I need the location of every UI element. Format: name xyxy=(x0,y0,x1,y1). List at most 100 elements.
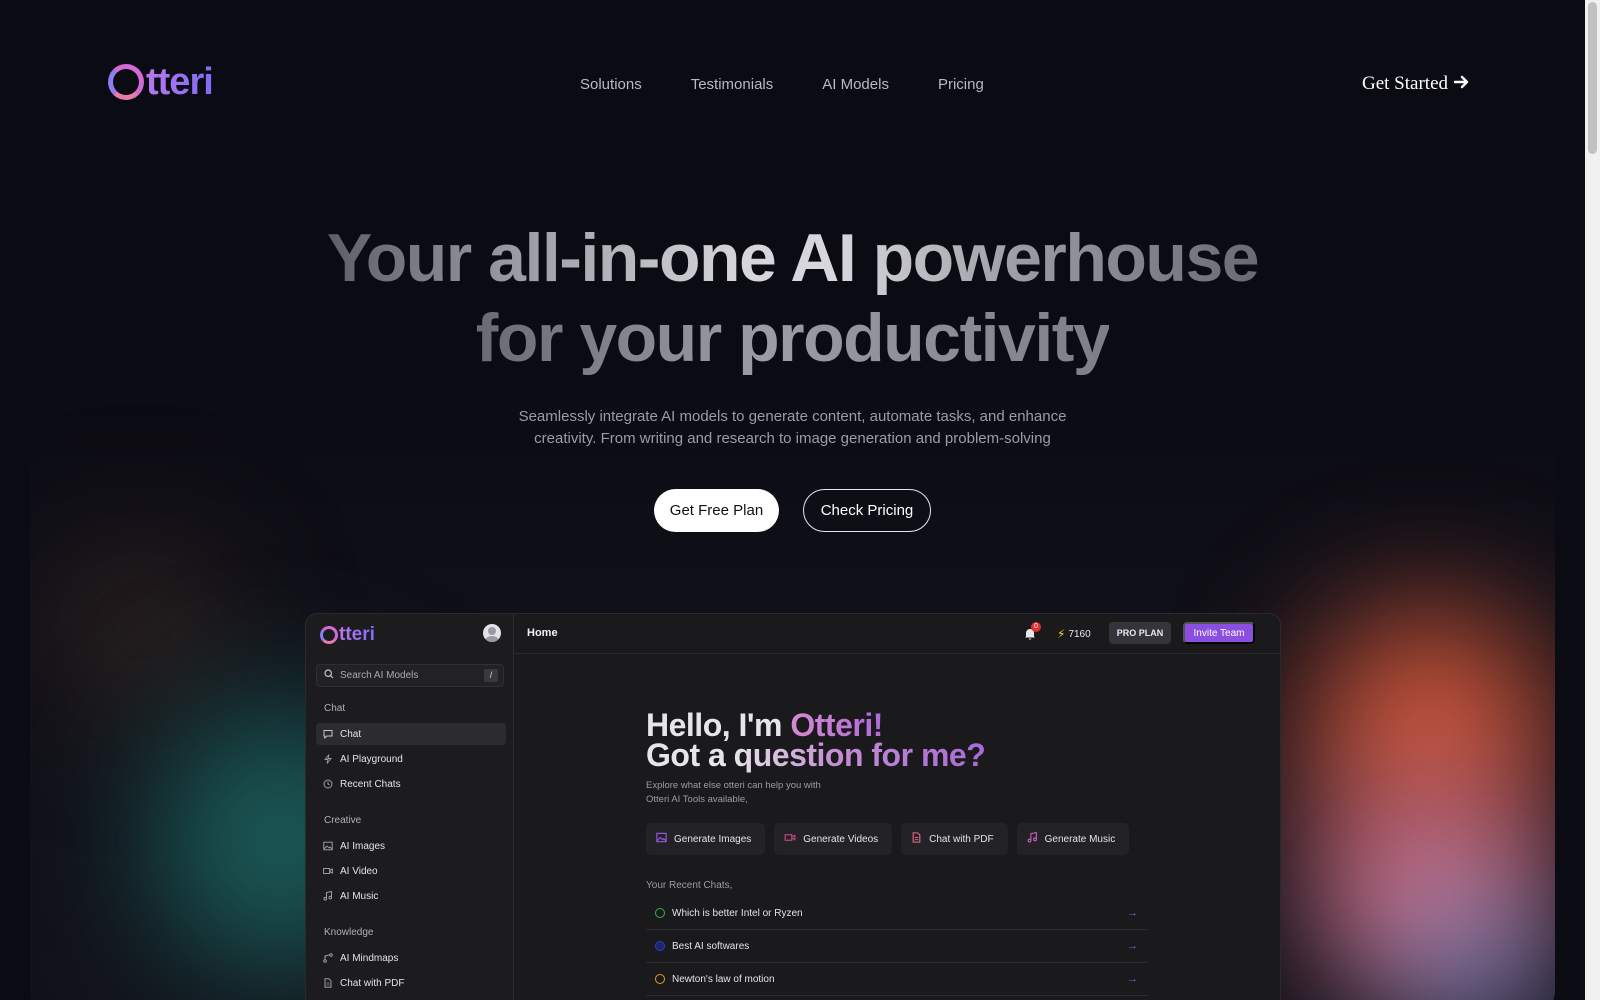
section-title-knowledge: Knowledge xyxy=(324,927,374,938)
nav-link-testimonials[interactable]: Testimonials xyxy=(691,76,774,93)
tool-label: Generate Music xyxy=(1044,833,1116,845)
app-logo-text: tteri xyxy=(339,624,375,645)
arrow-right-icon: → xyxy=(1127,907,1138,919)
sidebar-item-label: Recent Chats xyxy=(340,778,401,790)
nav-link-ai-models[interactable]: AI Models xyxy=(822,76,889,93)
credits-counter: ⚡ 7160 xyxy=(1057,627,1091,641)
greeting-accent-2: question for me? xyxy=(733,737,986,773)
get-started-label: Get Started xyxy=(1362,73,1449,94)
brand-logo[interactable]: tteri xyxy=(108,61,214,103)
search-shortcut-key: / xyxy=(484,669,498,682)
mindmap-icon xyxy=(323,953,333,963)
recent-chat-title: Best AI softwares xyxy=(672,940,750,952)
scrollbar-thumb[interactable] xyxy=(1588,2,1597,154)
status-dot-icon xyxy=(655,941,665,951)
arrow-right-icon xyxy=(1453,73,1470,95)
search-input[interactable] xyxy=(340,670,470,681)
recent-chat-item[interactable]: Best AI softwares → xyxy=(646,930,1148,963)
clock-icon xyxy=(655,908,665,918)
sidebar-item-label: Chat xyxy=(340,728,362,740)
app-sidebar: tteri / Chat Chat AI Playground xyxy=(306,614,514,1000)
hero-title: Your all-in-one AI powerhouse for your p… xyxy=(0,218,1585,378)
nav-link-pricing[interactable]: Pricing xyxy=(938,76,984,93)
clock-icon xyxy=(323,779,333,789)
sparkle-icon xyxy=(323,754,333,764)
sidebar-item-label: AI Playground xyxy=(340,753,403,765)
invite-team-button[interactable]: Invite Team xyxy=(1183,622,1255,644)
recent-chats-label: Your Recent Chats, xyxy=(646,880,733,891)
explore-line-1: Explore what else otteri can help you wi… xyxy=(646,780,821,791)
recent-chat-title: Which is better Intel or Ryzen xyxy=(672,907,803,919)
page-scrollbar[interactable] xyxy=(1585,0,1600,1000)
image-icon xyxy=(656,832,667,846)
generate-images-button[interactable]: Generate Images xyxy=(646,823,766,855)
recent-chat-item[interactable]: Which is better Intel or Ryzen → xyxy=(646,897,1148,930)
sidebar-item-label: Chat with PDF xyxy=(340,977,405,989)
music-icon xyxy=(1027,831,1038,846)
video-icon xyxy=(784,832,796,846)
sidebar-item-label: AI Mindmaps xyxy=(340,952,399,964)
document-icon xyxy=(911,832,922,846)
get-free-plan-button[interactable]: Get Free Plan xyxy=(654,489,779,532)
breadcrumb[interactable]: Home xyxy=(527,627,558,639)
sidebar-item-chat[interactable]: Chat xyxy=(316,723,506,745)
section-title-chat: Chat xyxy=(324,703,346,714)
credits-value: 7160 xyxy=(1068,628,1091,640)
message-icon xyxy=(323,729,333,739)
sidebar-item-label: AI Music xyxy=(340,890,379,902)
get-started-link[interactable]: Get Started xyxy=(1362,73,1470,95)
generate-music-button[interactable]: Generate Music xyxy=(1016,823,1130,855)
sidebar-item-ai-mindmaps[interactable]: AI Mindmaps xyxy=(316,947,506,969)
sidebar-item-recent-chats[interactable]: Recent Chats xyxy=(316,773,506,795)
sidebar-item-ai-video[interactable]: AI Video xyxy=(316,860,506,882)
sidebar-item-label: AI Images xyxy=(340,840,386,852)
tool-label: Chat with PDF xyxy=(929,833,994,845)
hero-subtitle: Seamlessly integrate AI models to genera… xyxy=(0,406,1585,450)
hero-subtitle-line-2: creativity. From writing and research to… xyxy=(534,430,1051,447)
explore-text: Explore what else otteri can help you wi… xyxy=(646,779,821,807)
plan-badge[interactable]: PRO PLAN xyxy=(1109,622,1171,644)
clock-icon xyxy=(655,974,665,984)
sidebar-item-ai-images[interactable]: AI Images xyxy=(316,835,506,857)
arrow-right-icon: → xyxy=(1127,940,1138,952)
app-logo[interactable]: tteri xyxy=(320,624,375,645)
main-nav: Solutions Testimonials AI Models Pricing xyxy=(580,76,984,93)
tool-label: Generate Images xyxy=(674,833,752,845)
hero-title-line-1: Your all-in-one AI powerhouse xyxy=(326,220,1260,296)
check-pricing-button[interactable]: Check Pricing xyxy=(803,489,931,532)
landing-page: tteri Solutions Testimonials AI Models P… xyxy=(0,0,1585,1000)
image-icon xyxy=(323,841,333,851)
recent-chat-item[interactable]: Newton's law of motion → xyxy=(646,963,1148,996)
video-icon xyxy=(323,866,333,876)
tool-label: Generate Videos xyxy=(803,833,879,845)
hero-title-line-2: for your productivity xyxy=(475,300,1111,376)
section-title-creative: Creative xyxy=(324,815,362,826)
app-topbar: Home 0 ⚡ 7160 PRO PLAN Invite Team xyxy=(514,614,1280,654)
lightning-icon: ⚡ xyxy=(1057,627,1066,641)
nav-link-solutions[interactable]: Solutions xyxy=(580,76,642,93)
tool-shortcuts: Generate Images Generate Videos Chat wit… xyxy=(646,823,1130,855)
sidebar-item-label: AI Video xyxy=(340,865,378,877)
search-icon xyxy=(324,669,334,682)
notification-badge: 0 xyxy=(1031,622,1041,632)
notifications-button[interactable]: 0 xyxy=(1024,622,1041,640)
app-logo-ring-icon xyxy=(320,626,338,644)
app-preview-window: tteri / Chat Chat AI Playground xyxy=(305,613,1281,1000)
generate-videos-button[interactable]: Generate Videos xyxy=(774,823,893,855)
sidebar-item-chat-with-pdf[interactable]: Chat with PDF xyxy=(316,972,506,994)
sidebar-item-ai-playground[interactable]: AI Playground xyxy=(316,748,506,770)
music-icon xyxy=(323,891,333,901)
avatar[interactable] xyxy=(483,624,501,642)
hero-subtitle-line-1: Seamlessly integrate AI models to genera… xyxy=(518,408,1067,425)
greeting-prefix-2: Got a xyxy=(646,737,734,773)
logo-text: tteri xyxy=(146,61,214,103)
explore-line-2: Otteri AI Tools available, xyxy=(646,794,748,805)
logo-ring-icon xyxy=(108,64,144,100)
sidebar-item-ai-music[interactable]: AI Music xyxy=(316,885,506,907)
document-icon xyxy=(323,978,333,988)
chat-with-pdf-button[interactable]: Chat with PDF xyxy=(901,823,1008,855)
search-box[interactable]: / xyxy=(316,664,504,687)
recent-chat-title: Newton's law of motion xyxy=(672,973,775,985)
greeting-heading: Hello, I'm Otteri! Got a question for me… xyxy=(646,709,986,773)
arrow-right-icon: → xyxy=(1127,973,1138,985)
